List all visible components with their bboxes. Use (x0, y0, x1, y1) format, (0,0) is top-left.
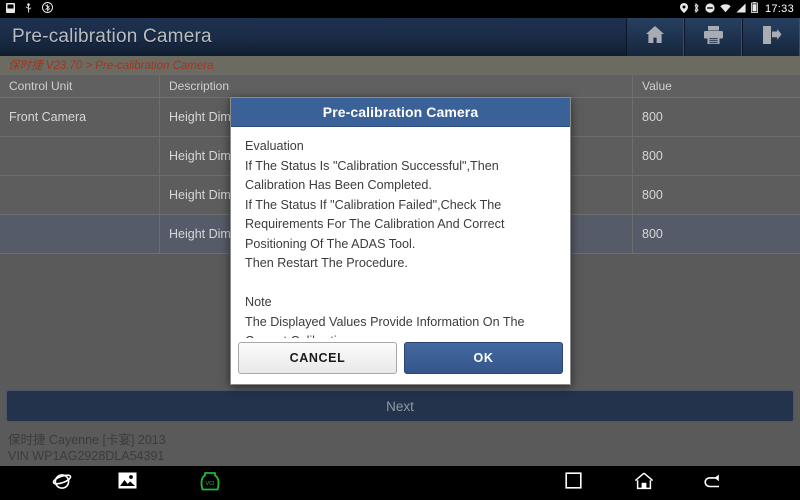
recents-square-icon (565, 472, 582, 494)
nav-home-button[interactable] (634, 472, 654, 495)
home-icon (645, 25, 665, 49)
dialog-body: Evaluation If The Status Is "Calibration… (231, 127, 570, 338)
app-header: Pre-calibration Camera (0, 18, 800, 56)
nav-recents-button[interactable] (565, 472, 582, 494)
signal-icon (736, 3, 746, 16)
nav-browser-button[interactable] (52, 471, 72, 496)
android-nav-bar: VCI (0, 466, 800, 500)
home-button[interactable] (626, 18, 684, 56)
dialog-buttons: CANCEL OK (231, 338, 570, 384)
vci-connector-icon: VCI (198, 471, 222, 496)
next-button-bar: Next (0, 388, 800, 424)
wifi-icon (720, 3, 731, 16)
usb-icon (24, 2, 33, 16)
status-bar-clock: 17:33 (764, 3, 794, 15)
nav-back-button[interactable] (702, 472, 722, 494)
location-icon (679, 2, 688, 16)
column-header-control-unit: Control Unit (0, 75, 160, 97)
cell-value: 800 (642, 227, 663, 241)
table-header-row: Control Unit Description Value (0, 75, 800, 98)
column-header-value: Value (642, 79, 672, 93)
cell-control-unit: Front Camera (0, 98, 160, 136)
dialog-title: Pre-calibration Camera (322, 104, 479, 120)
vehicle-vin: VIN WP1AG2928DLA54391 (8, 449, 165, 463)
print-button[interactable] (684, 18, 742, 56)
status-bar-left-icons (6, 2, 53, 16)
page-title: Pre-calibration Camera (12, 26, 212, 47)
cell-control-unit (0, 137, 160, 175)
cell-value: 800 (642, 110, 663, 124)
column-header-description: Description (160, 75, 633, 97)
bluetooth-settings-icon (42, 2, 53, 16)
cell-control-unit (0, 215, 160, 253)
nav-gallery-button[interactable] (118, 472, 137, 494)
dialog-message: Evaluation If The Status Is "Calibration… (245, 139, 525, 338)
home-outline-icon (634, 472, 654, 495)
modal-dialog: Pre-calibration Camera Evaluation If The… (230, 97, 571, 385)
browser-icon (52, 471, 72, 496)
do-not-disturb-icon (705, 2, 715, 16)
back-arrow-icon (702, 472, 722, 494)
vehicle-model: 保时捷 Cayenne [卡宴] 2013 (8, 433, 166, 447)
cell-value: 800 (642, 188, 663, 202)
breadcrumb[interactable]: 保时捷 V23.70 > Pre-calibration Camera (0, 56, 800, 74)
printer-icon (703, 25, 724, 50)
gallery-icon (118, 472, 137, 494)
exit-button[interactable] (742, 18, 800, 56)
vehicle-info: 保时捷 Cayenne [卡宴] 2013 VIN WP1AG2928DLA54… (0, 428, 800, 466)
sd-card-icon (6, 2, 15, 16)
ok-button[interactable]: OK (404, 341, 563, 374)
exit-icon (761, 25, 782, 50)
svg-text:VCI: VCI (206, 481, 215, 487)
next-button[interactable]: Next (6, 390, 794, 422)
cancel-button[interactable]: CANCEL (238, 341, 397, 374)
status-bar-right-icons: 17:33 (679, 2, 794, 16)
nav-vci-button[interactable]: VCI (198, 471, 222, 496)
cell-control-unit (0, 176, 160, 214)
android-status-bar: 17:33 (0, 0, 800, 18)
dialog-title-bar: Pre-calibration Camera (231, 98, 570, 127)
battery-icon (750, 2, 759, 16)
cell-value: 800 (642, 149, 663, 163)
bluetooth-icon (693, 2, 700, 16)
header-actions (626, 18, 800, 56)
